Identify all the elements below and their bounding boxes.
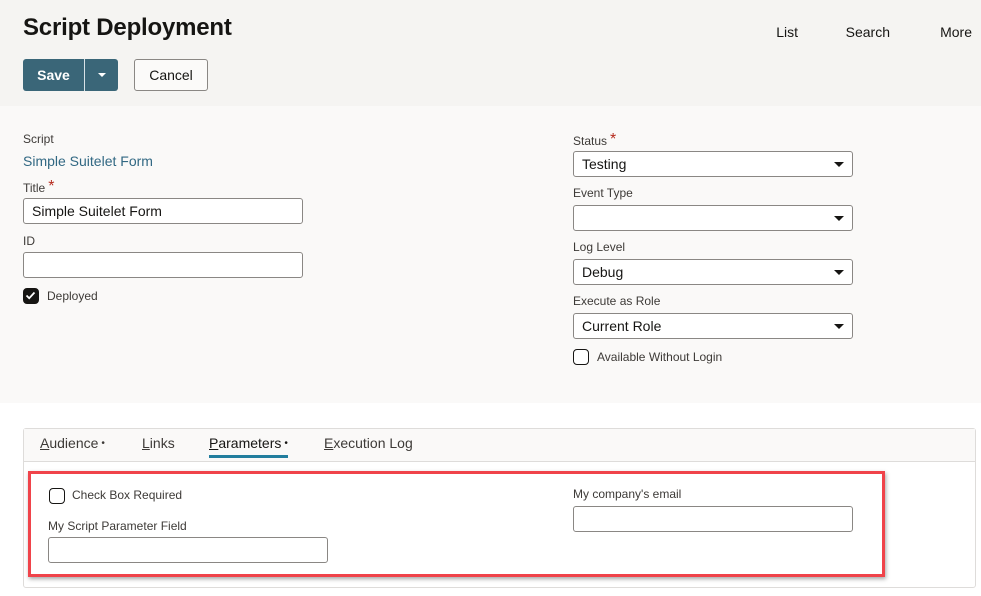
caret-down-icon	[834, 324, 844, 329]
log-level-select[interactable]: Debug	[573, 259, 853, 285]
deployed-label: Deployed	[47, 289, 98, 303]
script-param-field-input[interactable]	[48, 537, 328, 563]
page-header: Script Deployment List Search More Save …	[0, 0, 981, 106]
log-level-label: Log Level	[573, 240, 626, 254]
tab-bar: Audience • Links Parameters • Execution Lo…	[24, 429, 975, 462]
status-value: Testing	[582, 156, 627, 172]
company-email-label: My company's email	[573, 487, 682, 501]
subtab-panel: Audience • Links Parameters • Execution Lo…	[23, 428, 976, 588]
log-level-value: Debug	[582, 264, 624, 280]
execute-as-role-select[interactable]: Current Role	[573, 313, 853, 339]
nav-more-link[interactable]: More	[940, 24, 972, 40]
save-button[interactable]: Save	[23, 59, 84, 91]
check-box-required-checkbox[interactable]	[49, 488, 65, 504]
available-without-login-label: Available Without Login	[597, 350, 723, 364]
cancel-button[interactable]: Cancel	[134, 59, 208, 91]
caret-down-icon	[834, 270, 844, 275]
script-label: Script	[23, 132, 54, 146]
id-label: ID	[23, 234, 35, 248]
save-button-group: Save	[23, 59, 118, 91]
status-select[interactable]: Testing	[573, 151, 853, 177]
save-options-button[interactable]	[84, 59, 118, 91]
tab-execution-log[interactable]: Execution Log	[324, 435, 413, 455]
caret-down-icon	[834, 162, 844, 167]
execute-as-role-value: Current Role	[582, 318, 662, 334]
tab-links[interactable]: Links	[142, 435, 175, 455]
caret-down-icon	[834, 216, 844, 221]
script-link[interactable]: Simple Suitelet Form	[23, 153, 153, 169]
required-icon: *	[610, 131, 617, 148]
script-param-field-label: My Script Parameter Field	[48, 519, 187, 533]
nav-search-link[interactable]: Search	[846, 24, 890, 40]
title-label: Title *	[23, 178, 55, 197]
status-label-text: Status	[573, 134, 608, 148]
event-type-select[interactable]	[573, 205, 853, 231]
tab-parameters[interactable]: Parameters •	[209, 435, 288, 458]
title-input[interactable]: Simple Suitelet Form	[23, 198, 303, 224]
nav-list-link[interactable]: List	[776, 24, 798, 40]
primary-information: Script Simple Suitelet Form Title * Simpl…	[0, 106, 981, 403]
checkmark-icon	[25, 291, 36, 300]
status-label: Status *	[573, 131, 617, 150]
deployed-checkbox[interactable]	[23, 288, 39, 304]
tab-audience[interactable]: Audience •	[40, 435, 105, 455]
check-box-required-label: Check Box Required	[72, 488, 183, 502]
available-without-login-checkbox[interactable]	[573, 349, 589, 365]
caret-down-icon	[97, 73, 106, 77]
required-icon: *	[48, 178, 55, 195]
page-title: Script Deployment	[23, 14, 232, 41]
execute-as-role-label: Execute as Role	[573, 294, 661, 308]
company-email-input[interactable]	[573, 506, 853, 532]
event-type-label: Event Type	[573, 186, 633, 200]
title-label-text: Title	[23, 181, 46, 195]
id-input[interactable]	[23, 252, 303, 278]
